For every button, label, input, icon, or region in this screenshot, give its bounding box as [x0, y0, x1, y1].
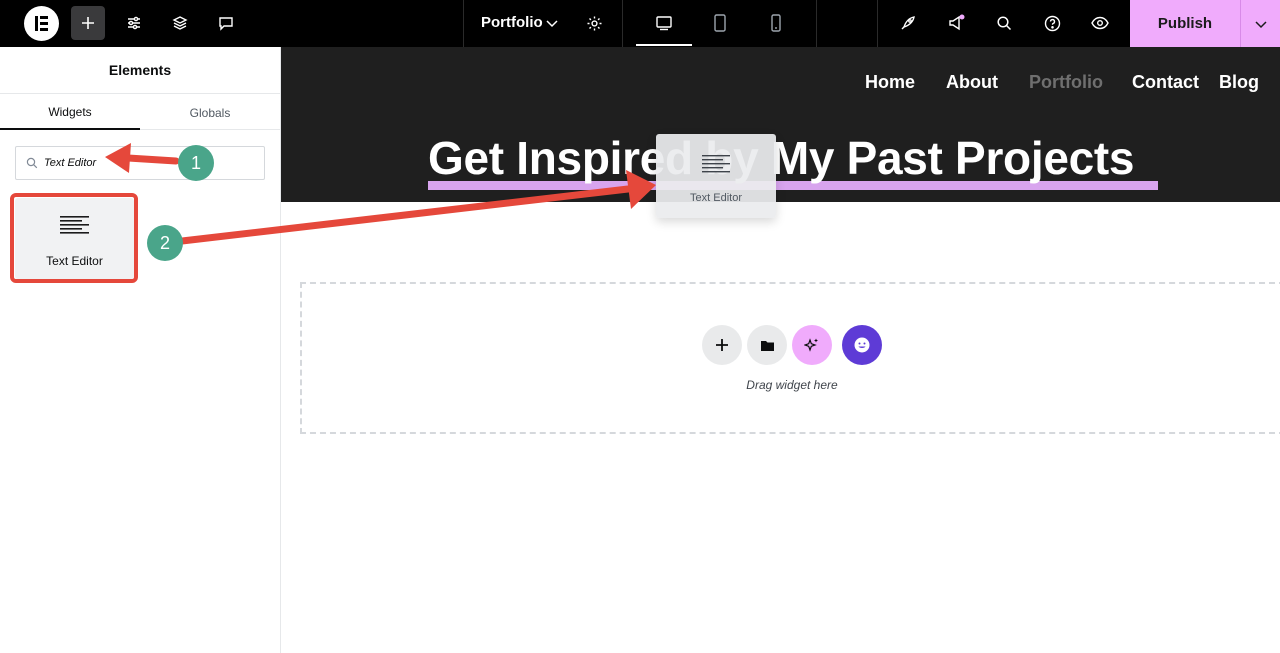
comments-icon[interactable] [209, 6, 243, 40]
help-icon[interactable] [1035, 6, 1069, 40]
highlight-box [10, 193, 138, 283]
tab-widgets[interactable]: Widgets [0, 95, 140, 130]
ai-assist-button[interactable] [792, 325, 832, 365]
settings-sliders-icon[interactable] [117, 6, 151, 40]
top-bar: Portfolio Publish [0, 0, 1280, 47]
nav-contact[interactable]: Contact [1132, 72, 1199, 93]
drag-ghost: Text Editor [656, 134, 776, 218]
widget-search[interactable] [15, 146, 265, 180]
publish-button[interactable]: Publish [1130, 0, 1240, 47]
mobile-icon[interactable] [759, 6, 793, 40]
step-badge-2: 2 [147, 225, 183, 261]
drop-zone[interactable] [300, 282, 1280, 434]
page-canvas: Home About Portfolio Contact Blog Get In… [281, 47, 1280, 653]
step-badge-1: 1 [178, 145, 214, 181]
tablet-icon[interactable] [703, 6, 737, 40]
panel-title: Elements [0, 47, 280, 94]
nav-home[interactable]: Home [865, 72, 915, 93]
nav-about[interactable]: About [946, 72, 998, 93]
search-input[interactable] [44, 153, 254, 173]
document-title[interactable]: Portfolio [481, 14, 543, 31]
text-editor-icon [702, 155, 730, 173]
elements-panel: Elements Widgets Globals Text Editor [0, 47, 293, 653]
publish-options-button[interactable] [1240, 0, 1280, 47]
desktop-icon[interactable] [647, 6, 681, 40]
nav-portfolio[interactable]: Portfolio [1029, 72, 1103, 93]
add-element-icon[interactable] [71, 6, 105, 40]
search-icon [26, 157, 38, 169]
kit-library-button[interactable] [842, 325, 882, 365]
page-heading[interactable]: Get Inspired by My Past Projects [428, 131, 1134, 185]
active-device-indicator [636, 44, 692, 46]
chevron-down-icon [1254, 20, 1267, 28]
search-icon[interactable] [987, 6, 1021, 40]
divider [877, 0, 878, 47]
folder-icon [760, 340, 774, 351]
panel-tabs: Widgets Globals [0, 95, 280, 130]
megaphone-icon[interactable] [939, 6, 973, 40]
drag-ghost-label: Text Editor [690, 192, 742, 204]
plus-icon [716, 339, 728, 351]
add-template-button[interactable] [747, 325, 787, 365]
tab-globals[interactable]: Globals [140, 95, 280, 130]
divider [463, 0, 464, 47]
divider [622, 0, 623, 47]
nav-blog[interactable]: Blog [1219, 72, 1259, 93]
elementor-logo-icon[interactable] [24, 6, 59, 41]
add-section-button[interactable] [702, 325, 742, 365]
rocket-icon[interactable] [891, 6, 925, 40]
divider [816, 0, 817, 47]
layers-icon[interactable] [163, 6, 197, 40]
gear-icon[interactable] [577, 6, 611, 40]
smiley-icon [854, 337, 870, 353]
hero-section: Home About Portfolio Contact Blog Get In… [281, 47, 1280, 202]
sparkle-icon [804, 338, 818, 352]
drop-zone-hint: Drag widget here [746, 378, 838, 392]
chevron-down-icon[interactable] [535, 6, 569, 40]
eye-icon[interactable] [1083, 6, 1117, 40]
